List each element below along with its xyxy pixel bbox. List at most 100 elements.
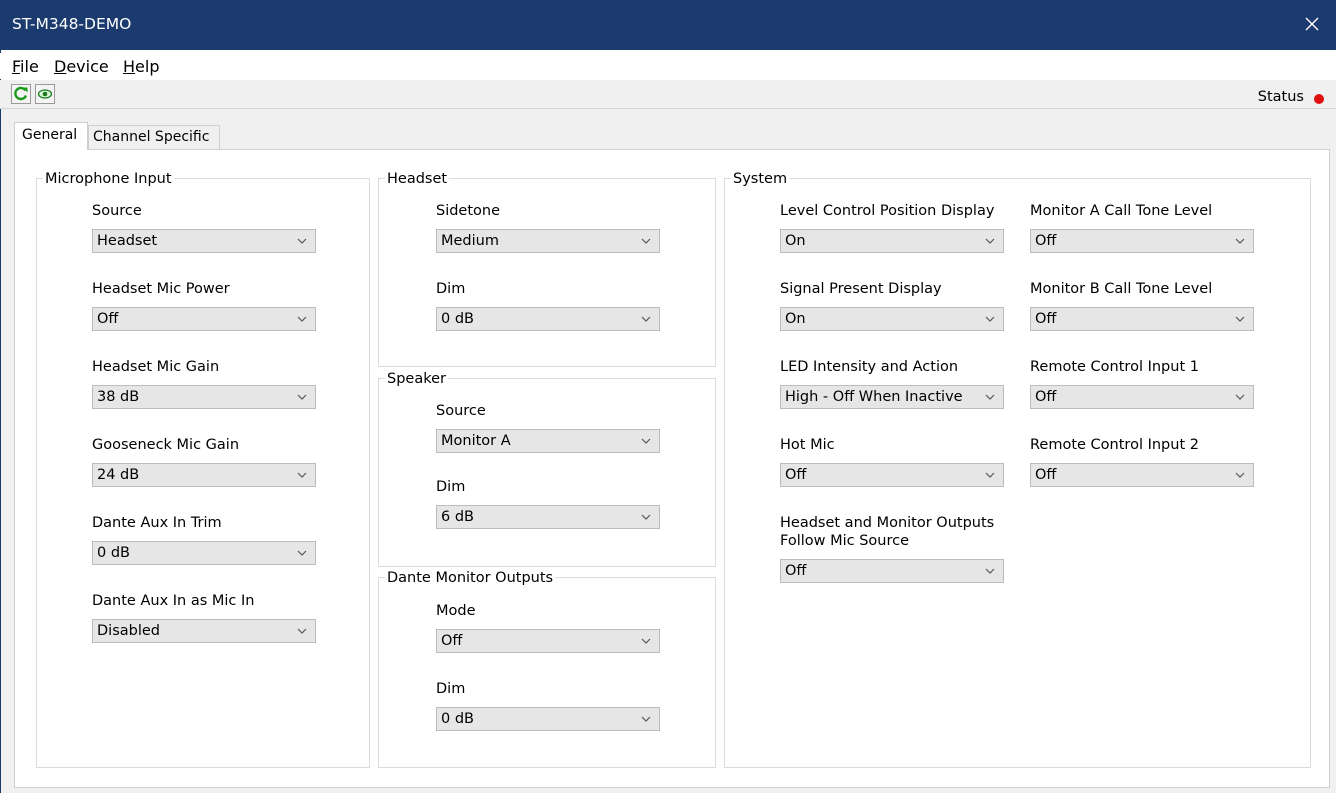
toolbar: Status — [0, 80, 1336, 109]
sidetone-label: Sidetone — [436, 203, 501, 219]
chevron-down-icon — [297, 394, 307, 400]
menu-help[interactable]: Help — [123, 57, 159, 76]
gooseneck-mic-gain-dropdown[interactable]: 24 dB — [92, 463, 316, 487]
sidetone-dropdown[interactable]: Medium — [436, 229, 660, 253]
field-headset-monitor-follow: Headset and Monitor Outputs Follow Mic S… — [780, 514, 1004, 583]
chevron-down-icon — [297, 472, 307, 478]
level-control-position-display-dropdown[interactable]: On — [780, 229, 1004, 253]
chevron-down-icon — [985, 394, 995, 400]
speaker-dim-label: Dim — [436, 479, 466, 495]
led-intensity-and-action-label: LED Intensity and Action — [780, 359, 959, 375]
level-control-position-display-label: Level Control Position Display — [780, 203, 995, 219]
menu-help-rest: elp — [135, 57, 160, 76]
headset-monitor-follow-dropdown[interactable]: Off — [780, 559, 1004, 583]
speaker-source-dropdown[interactable]: Monitor A — [436, 429, 660, 453]
dante-aux-in-trim-label: Dante Aux In Trim — [92, 515, 222, 531]
dante-aux-in-as-mic-in-label: Dante Aux In as Mic In — [92, 593, 255, 609]
sidetone-value: Medium — [441, 233, 499, 249]
dante-mode-dropdown[interactable]: Off — [436, 629, 660, 653]
chevron-down-icon — [641, 638, 651, 644]
close-icon[interactable] — [1298, 10, 1326, 38]
status-label: Status — [1257, 89, 1304, 105]
group-title-speaker: Speaker — [385, 370, 448, 388]
monitor-b-call-tone-level-value: Off — [1035, 311, 1057, 327]
remote-control-input-2-value: Off — [1035, 467, 1057, 483]
field-sidetone: Sidetone Medium — [436, 202, 660, 253]
dante-dim-value: 0 dB — [441, 711, 474, 727]
tab-page-general: Microphone Input Source Headset Headset … — [14, 149, 1330, 788]
gooseneck-mic-gain-label: Gooseneck Mic Gain — [92, 437, 240, 453]
remote-control-input-2-dropdown[interactable]: Off — [1030, 463, 1254, 487]
group-microphone-input: Microphone Input Source Headset Headset … — [36, 170, 370, 768]
field-monitor-a-call-tone-level: Monitor A Call Tone Level Off — [1030, 202, 1254, 253]
headset-dim-dropdown[interactable]: 0 dB — [436, 307, 660, 331]
headset-mic-gain-dropdown[interactable]: 38 dB — [92, 385, 316, 409]
headset-mic-power-dropdown[interactable]: Off — [92, 307, 316, 331]
monitor-b-call-tone-level-label: Monitor B Call Tone Level — [1030, 281, 1213, 297]
chevron-down-icon — [297, 628, 307, 634]
menu-file-mnemonic: F — [12, 57, 21, 76]
dante-aux-in-as-mic-in-dropdown[interactable]: Disabled — [92, 619, 316, 643]
menu-help-mnemonic: H — [123, 57, 136, 76]
monitor-a-call-tone-level-dropdown[interactable]: Off — [1030, 229, 1254, 253]
hot-mic-label: Hot Mic — [780, 437, 835, 453]
remote-control-input-1-dropdown[interactable]: Off — [1030, 385, 1254, 409]
client-area: General Channel Specific Microphone Inpu… — [1, 109, 1336, 793]
dante-mode-label: Mode — [436, 603, 476, 619]
dante-dim-label: Dim — [436, 681, 466, 697]
title-bar: ST-M348-DEMO — [0, 0, 1336, 50]
group-speaker: Speaker Source Monitor A Dim 6 dB — [378, 370, 716, 567]
menu-device-mnemonic: D — [54, 57, 67, 76]
tab-channel-specific[interactable]: Channel Specific — [88, 125, 220, 150]
chevron-down-icon — [1235, 238, 1245, 244]
headset-mic-power-label: Headset Mic Power — [92, 281, 230, 297]
field-speaker-source: Source Monitor A — [436, 402, 660, 453]
dante-aux-in-trim-value: 0 dB — [97, 545, 130, 561]
chevron-down-icon — [1235, 316, 1245, 322]
chevron-down-icon — [641, 716, 651, 722]
field-headset-mic-power: Headset Mic Power Off — [92, 280, 316, 331]
headset-dim-value: 0 dB — [441, 311, 474, 327]
eye-icon[interactable] — [35, 84, 55, 104]
headset-monitor-follow-value: Off — [785, 563, 807, 579]
dante-mode-value: Off — [441, 633, 463, 649]
dante-aux-in-trim-dropdown[interactable]: 0 dB — [92, 541, 316, 565]
tab-general-label: General — [22, 127, 78, 143]
chevron-down-icon — [985, 568, 995, 574]
dante-dim-dropdown[interactable]: 0 dB — [436, 707, 660, 731]
source-dropdown[interactable]: Headset — [92, 229, 316, 253]
field-led-intensity-and-action: LED Intensity and Action High - Off When… — [780, 358, 1004, 409]
headset-mic-power-value: Off — [97, 311, 119, 327]
remote-control-input-1-value: Off — [1035, 389, 1057, 405]
chevron-down-icon — [985, 316, 995, 322]
group-title-headset: Headset — [385, 170, 450, 188]
field-gooseneck-mic-gain: Gooseneck Mic Gain 24 dB — [92, 436, 316, 487]
refresh-icon[interactable] — [11, 84, 31, 104]
hot-mic-dropdown[interactable]: Off — [780, 463, 1004, 487]
hot-mic-value: Off — [785, 467, 807, 483]
speaker-source-value: Monitor A — [441, 433, 511, 449]
source-value: Headset — [97, 233, 158, 249]
field-dante-mode: Mode Off — [436, 602, 660, 653]
menu-file[interactable]: File — [12, 57, 39, 76]
dante-aux-in-as-mic-in-value: Disabled — [97, 623, 160, 639]
headset-monitor-follow-label-line1: Headset and Monitor Outputs — [780, 515, 995, 531]
monitor-b-call-tone-level-dropdown[interactable]: Off — [1030, 307, 1254, 331]
field-headset-mic-gain: Headset Mic Gain 38 dB — [92, 358, 316, 409]
menu-device[interactable]: Device — [54, 57, 109, 76]
field-dante-aux-in-as-mic-in: Dante Aux In as Mic In Disabled — [92, 592, 316, 643]
group-title-microphone-input: Microphone Input — [43, 170, 174, 188]
signal-present-display-dropdown[interactable]: On — [780, 307, 1004, 331]
chevron-down-icon — [297, 550, 307, 556]
speaker-dim-dropdown[interactable]: 6 dB — [436, 505, 660, 529]
field-signal-present-display: Signal Present Display On — [780, 280, 1004, 331]
tab-general[interactable]: General — [14, 122, 88, 150]
field-source: Source Headset — [92, 202, 316, 253]
field-dante-dim: Dim 0 dB — [436, 680, 660, 731]
window-title: ST-M348-DEMO — [12, 15, 132, 33]
led-intensity-and-action-dropdown[interactable]: High - Off When Inactive — [780, 385, 1004, 409]
menu-bar: File Device Help — [0, 53, 1336, 79]
speaker-source-label: Source — [436, 403, 486, 419]
group-dante-monitor-outputs: Dante Monitor Outputs Mode Off Dim 0 dB — [378, 569, 716, 768]
signal-present-display-label: Signal Present Display — [780, 281, 942, 297]
